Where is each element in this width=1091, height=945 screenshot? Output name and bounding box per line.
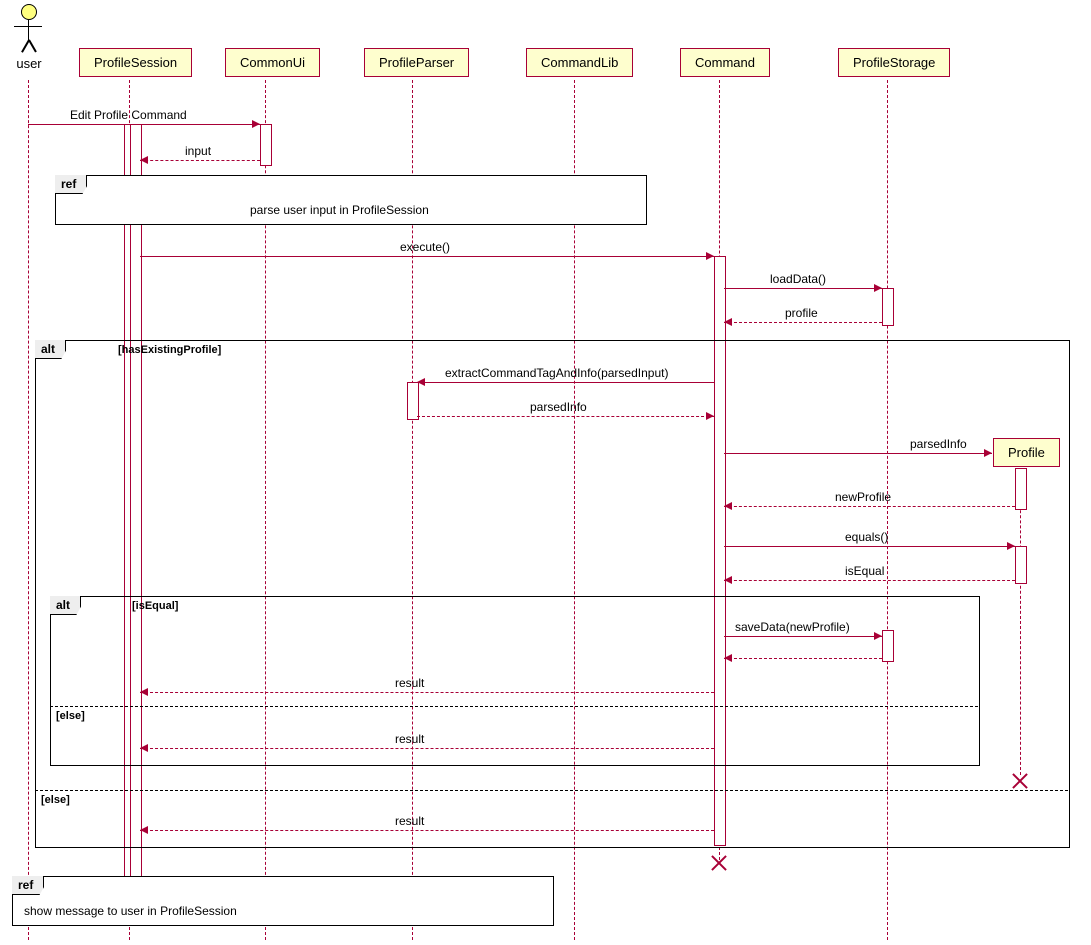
message-label: Edit Profile Command (70, 108, 187, 122)
arrow-head-icon (724, 576, 732, 584)
alt-guard: [hasExistingProfile] (118, 344, 221, 356)
lifeline (28, 80, 29, 940)
destroy-icon (709, 852, 729, 872)
arrow-head-icon (140, 744, 148, 752)
arrow-head-icon (252, 120, 260, 128)
arrow (140, 256, 714, 257)
arrow-head-icon (724, 654, 732, 662)
arrow-head-icon (1007, 542, 1015, 550)
arrow-head-icon (706, 412, 714, 420)
arrow-head-icon (724, 502, 732, 510)
participant-common-ui: CommonUi (225, 48, 320, 77)
actor-head-icon (21, 4, 37, 20)
message-label: parsedInfo (910, 437, 967, 451)
participant-profile-session: ProfileSession (79, 48, 192, 77)
alt-guard: [isEqual] (132, 600, 178, 612)
arrow-head-icon (874, 632, 882, 640)
arrow (28, 124, 260, 125)
message-label: parsedInfo (530, 400, 587, 414)
activation-bar (882, 288, 894, 326)
participant-profile-parser: ProfileParser (364, 48, 469, 77)
actor-leg-icon (28, 40, 36, 53)
actor-label: user (14, 56, 44, 71)
ref-frame (12, 876, 554, 926)
arrow-head-icon (140, 688, 148, 696)
alt-frame-label: alt (50, 596, 81, 615)
arrow-head-icon (140, 156, 148, 164)
arrow-head-icon (417, 378, 425, 386)
participant-command-lib: CommandLib (526, 48, 633, 77)
arrow (140, 160, 260, 161)
message-label: isEqual (845, 564, 884, 578)
message-label: result (395, 676, 424, 690)
arrow (140, 830, 714, 831)
ref-frame-label: ref (55, 175, 87, 194)
arrow-head-icon (706, 252, 714, 260)
message-label: result (395, 814, 424, 828)
sequence-diagram: user ProfileSession CommonUi ProfilePars… (0, 0, 1091, 945)
message-label: loadData() (770, 272, 826, 286)
arrow (724, 453, 992, 454)
alt-frame-label: alt (35, 340, 66, 359)
arrow (724, 636, 882, 637)
ref-frame (55, 175, 647, 225)
participant-command: Command (680, 48, 770, 77)
alt-guard: [else] (41, 794, 70, 806)
frame-divider (50, 706, 978, 707)
arrow-head-icon (874, 284, 882, 292)
arrow (724, 322, 882, 323)
arrow (724, 580, 1015, 581)
actor-arms-icon (14, 26, 42, 27)
message-label: input (185, 144, 211, 158)
arrow (724, 288, 882, 289)
activation-bar (260, 124, 272, 166)
arrow (724, 506, 1015, 507)
ref-frame-text: show message to user in ProfileSession (24, 904, 237, 918)
arrow (417, 382, 714, 383)
actor-body-icon (28, 20, 29, 40)
message-label: newProfile (835, 490, 891, 504)
destroy-icon (1010, 770, 1030, 790)
message-label: execute() (400, 240, 450, 254)
message-label: extractCommandTagAndInfo(parsedInput) (445, 366, 668, 380)
arrow-head-icon (140, 826, 148, 834)
arrow-head-icon (724, 318, 732, 326)
message-label: result (395, 732, 424, 746)
arrow (724, 658, 882, 659)
arrow (417, 416, 714, 417)
message-label: profile (785, 306, 818, 320)
arrow (140, 692, 714, 693)
ref-frame-text: parse user input in ProfileSession (250, 203, 429, 217)
arrow-head-icon (984, 449, 992, 457)
message-label: equals() (845, 530, 888, 544)
arrow (140, 748, 714, 749)
message-label: saveData(newProfile) (735, 620, 850, 634)
frame-divider (35, 790, 1068, 791)
arrow (724, 546, 1015, 547)
participant-profile-storage: ProfileStorage (838, 48, 950, 77)
alt-guard: [else] (56, 710, 85, 722)
ref-frame-label: ref (12, 876, 44, 895)
